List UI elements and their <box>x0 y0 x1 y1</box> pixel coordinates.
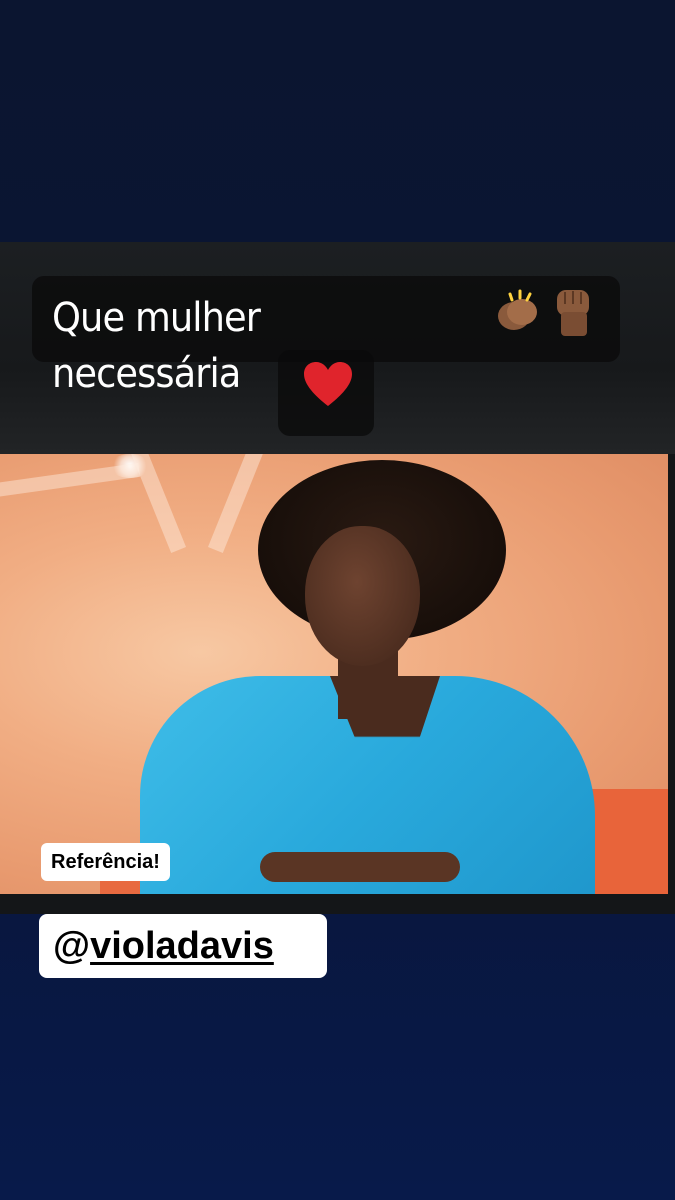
tv-screen <box>0 454 668 894</box>
label-sticker[interactable]: Referência! <box>41 843 170 881</box>
person-hands <box>260 852 460 882</box>
mention-at-sign: @ <box>53 925 91 967</box>
red-heart-icon <box>304 362 352 406</box>
background-logo-v <box>129 454 187 553</box>
person-face <box>305 526 420 666</box>
mention-sticker[interactable]: @violadavis <box>39 914 327 978</box>
mention-username[interactable]: violadavis <box>90 925 274 967</box>
background-logo <box>0 462 141 500</box>
caption-text[interactable]: Que mulher necessária <box>52 290 457 402</box>
raised-fist-icon <box>557 290 589 336</box>
clapping-hands-icon <box>498 289 537 330</box>
background-logo-v2 <box>207 454 265 553</box>
